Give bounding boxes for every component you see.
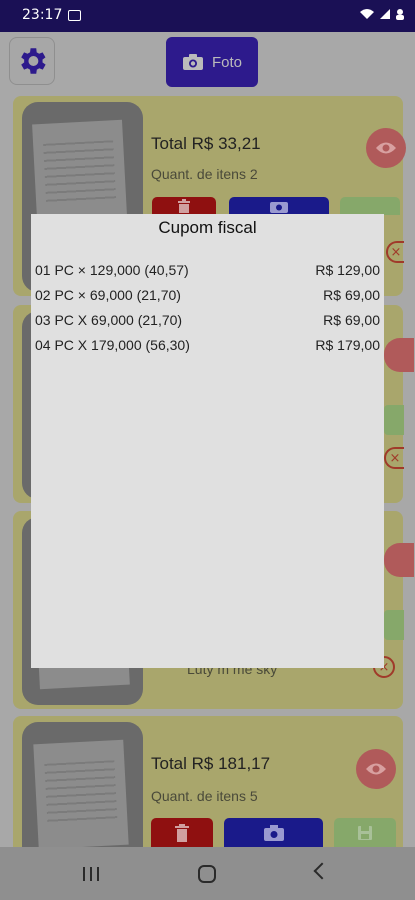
receipt-card[interactable]: Total R$ 181,17 Quant. de itens 5	[13, 716, 403, 853]
save-button[interactable]	[340, 197, 400, 215]
back-button[interactable]	[313, 862, 331, 880]
camera-icon	[263, 824, 284, 841]
battery-icon	[396, 9, 404, 20]
image-icon	[68, 10, 81, 21]
line-description: 01 PC × 129,000 (40,57)	[35, 262, 189, 278]
camera-icon	[270, 202, 288, 213]
card-quantity: Quant. de itens 5	[151, 788, 258, 804]
save-button[interactable]	[384, 610, 404, 640]
line-price: R$ 179,00	[315, 337, 380, 353]
receipt-photo[interactable]	[22, 722, 143, 853]
foto-button[interactable]: Foto	[166, 37, 258, 87]
trash-icon	[175, 823, 189, 842]
line-description: 02 PC × 69,000 (21,70)	[35, 287, 181, 303]
foto-button-label: Foto	[211, 53, 242, 71]
save-icon	[358, 825, 372, 840]
line-description: 04 PC X 179,000 (56,30)	[35, 337, 190, 353]
close-icon[interactable]: ×	[384, 447, 404, 469]
signal-icon	[380, 9, 390, 19]
dialog-title: Cupom fiscal	[158, 218, 257, 237]
view-button[interactable]	[384, 338, 414, 372]
line-price: R$ 129,00	[315, 262, 380, 278]
card-quantity: Quant. de itens 2	[151, 166, 258, 182]
settings-button[interactable]	[9, 37, 55, 85]
card-total: Total R$ 181,17	[151, 754, 271, 773]
trash-icon	[178, 199, 190, 213]
card-total: Total R$ 33,21	[151, 134, 261, 153]
camera-button[interactable]	[229, 197, 329, 215]
receipt-dialog: Cupom fiscal 01 PC × 129,000 (40,57) R$ …	[31, 214, 384, 668]
delete-button[interactable]	[151, 818, 213, 847]
eye-icon	[376, 142, 396, 154]
status-bar: 23:17	[0, 0, 415, 32]
save-button[interactable]	[334, 818, 396, 847]
line-description: 03 PC X 69,000 (21,70)	[35, 312, 183, 328]
save-button[interactable]	[384, 405, 404, 435]
status-time: 23:17	[22, 7, 63, 23]
camera-button[interactable]	[224, 818, 323, 847]
camera-icon	[182, 54, 203, 70]
home-button[interactable]	[198, 865, 216, 883]
eye-icon	[366, 763, 386, 775]
status-icons	[359, 8, 405, 20]
delete-button[interactable]	[152, 197, 216, 215]
line-price: R$ 69,00	[323, 287, 380, 303]
view-button[interactable]	[366, 128, 406, 168]
gear-icon	[21, 48, 46, 74]
recents-button[interactable]	[83, 867, 99, 881]
view-button[interactable]	[384, 543, 414, 577]
close-icon[interactable]: ×	[386, 241, 404, 263]
navigation-bar	[0, 847, 415, 900]
view-button[interactable]	[356, 749, 396, 789]
line-price: R$ 69,00	[323, 312, 380, 328]
wifi-icon	[360, 9, 374, 19]
